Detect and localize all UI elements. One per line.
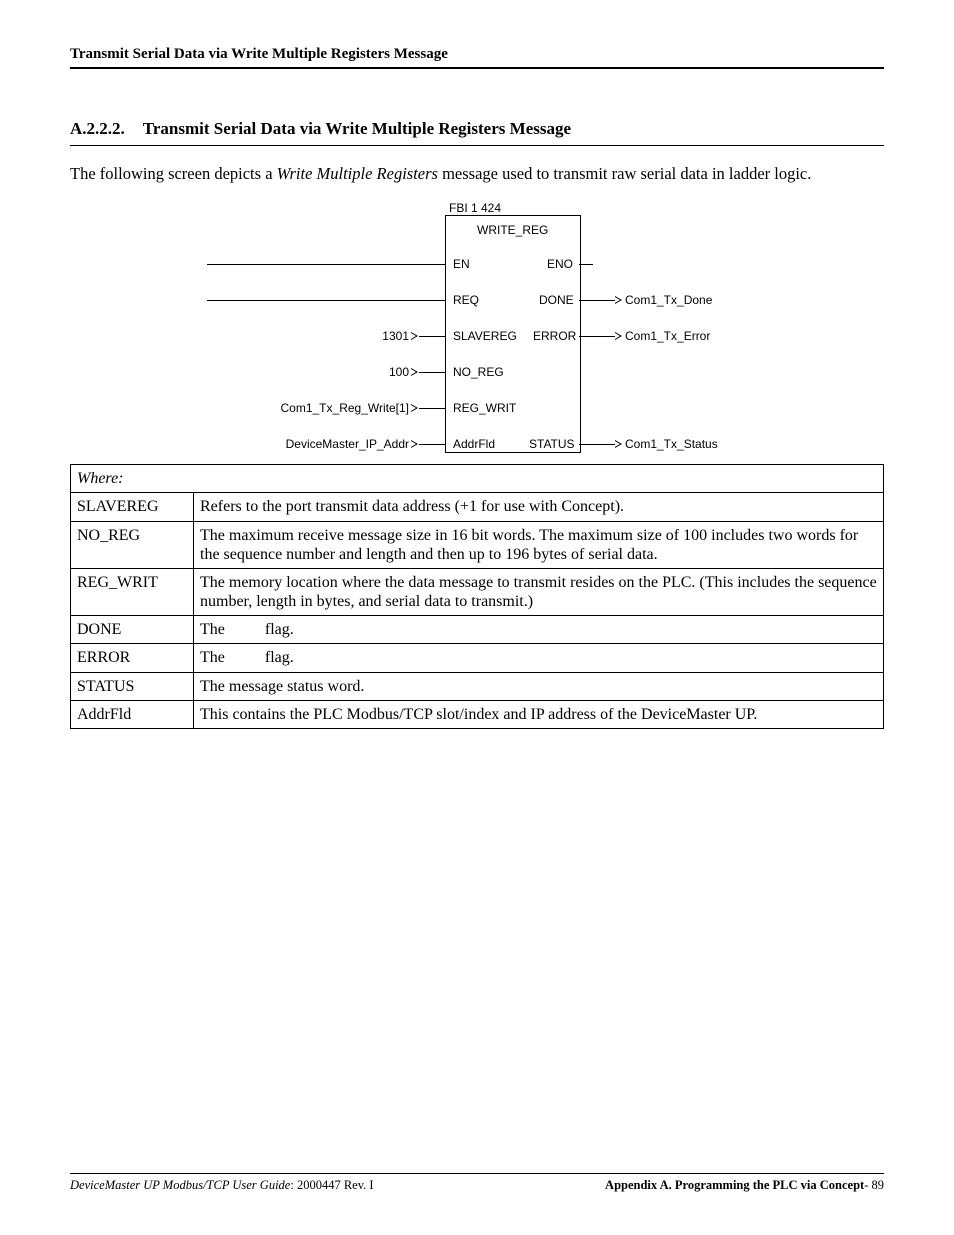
table-row: AddrFld This contains the PLC Modbus/TCP… <box>71 700 884 728</box>
table-row: SLAVEREG Refers to the port transmit dat… <box>71 493 884 521</box>
block-id: FBI 1 424 <box>449 201 501 215</box>
footer-right: Appendix A. Programming the PLC via Conc… <box>605 1178 884 1193</box>
port-slavereg: SLAVEREG <box>453 329 517 343</box>
port-req: REQ <box>453 293 479 307</box>
port-error: ERROR <box>533 329 576 343</box>
def-key: AddrFld <box>71 700 194 728</box>
arrow-icon <box>411 332 418 340</box>
section-number: A.2.2.2. <box>70 119 125 139</box>
arrow-icon <box>615 332 622 340</box>
intro-italic: Write Multiple Registers <box>277 164 438 183</box>
def-val: The maximum receive message size in 16 b… <box>194 521 884 568</box>
wire <box>579 336 615 337</box>
arrow-icon <box>411 404 418 412</box>
port-done: DONE <box>539 293 574 307</box>
input-noreg: 100 <box>389 365 409 379</box>
def-key: REG_WRIT <box>71 568 194 615</box>
def-val: The flag. <box>194 644 884 672</box>
footer-guide-title: DeviceMaster UP Modbus/TCP User Guide <box>70 1178 290 1192</box>
wire <box>419 408 445 409</box>
def-key: ERROR <box>71 644 194 672</box>
port-noreg: NO_REG <box>453 365 504 379</box>
footer-rev: : 2000447 Rev. I <box>290 1178 373 1192</box>
block-title: WRITE_REG <box>477 223 548 237</box>
wire <box>419 336 445 337</box>
def-pre: The <box>200 649 225 666</box>
table-row: DONE The flag. <box>71 616 884 644</box>
arrow-icon <box>615 440 622 448</box>
rail-req <box>207 300 445 301</box>
def-post: flag. <box>265 649 294 666</box>
page: Transmit Serial Data via Write Multiple … <box>0 0 954 1235</box>
definitions-table: Where: SLAVEREG Refers to the port trans… <box>70 464 884 729</box>
wire <box>419 372 445 373</box>
intro-pre: The following screen depicts a <box>70 164 277 183</box>
port-eno: ENO <box>547 257 573 271</box>
intro-post: message used to transmit raw serial data… <box>438 164 811 183</box>
table-row: STATUS The message status word. <box>71 672 884 700</box>
section-heading: A.2.2.2. Transmit Serial Data via Write M… <box>70 119 884 146</box>
input-addrfld: DeviceMaster_IP_Addr <box>286 437 409 451</box>
footer-left: DeviceMaster UP Modbus/TCP User Guide: 2… <box>70 1178 374 1193</box>
table-row: Where: <box>71 465 884 493</box>
running-header: Transmit Serial Data via Write Multiple … <box>70 46 884 69</box>
arrow-icon <box>615 296 622 304</box>
input-slavereg: 1301 <box>382 329 409 343</box>
port-addrfld: AddrFld <box>453 437 495 451</box>
section-title: Transmit Serial Data via Write Multiple … <box>143 119 571 138</box>
def-post: flag. <box>265 621 294 638</box>
stub-eno <box>579 264 593 265</box>
def-key: SLAVEREG <box>71 493 194 521</box>
output-status: Com1_Tx_Status <box>625 437 718 451</box>
def-key: STATUS <box>71 672 194 700</box>
arrow-icon <box>411 440 418 448</box>
wire <box>579 444 615 445</box>
intro-paragraph: The following screen depicts a Write Mul… <box>70 164 884 185</box>
def-val: The flag. <box>194 616 884 644</box>
input-regwrit: Com1_Tx_Reg_Write[1] <box>281 401 410 415</box>
def-key: NO_REG <box>71 521 194 568</box>
def-val: The message status word. <box>194 672 884 700</box>
table-row: NO_REG The maximum receive message size … <box>71 521 884 568</box>
output-error: Com1_Tx_Error <box>625 329 710 343</box>
port-en: EN <box>453 257 470 271</box>
def-key: DONE <box>71 616 194 644</box>
wire <box>579 300 615 301</box>
wire <box>419 444 445 445</box>
table-row: ERROR The flag. <box>71 644 884 672</box>
port-status: STATUS <box>529 437 575 451</box>
arrow-icon <box>411 368 418 376</box>
rail-en <box>207 264 445 265</box>
page-footer: DeviceMaster UP Modbus/TCP User Guide: 2… <box>70 1173 884 1193</box>
ladder-diagram: FBI 1 424 WRITE_REG EN REQ SLAVEREG NO_R… <box>207 201 747 456</box>
footer-page: - 89 <box>864 1178 884 1192</box>
def-val: Refers to the port transmit data address… <box>194 493 884 521</box>
def-val: The memory location where the data messa… <box>194 568 884 615</box>
port-regwrit: REG_WRIT <box>453 401 516 415</box>
def-val: This contains the PLC Modbus/TCP slot/in… <box>194 700 884 728</box>
output-done: Com1_Tx_Done <box>625 293 712 307</box>
where-cell: Where: <box>71 465 884 493</box>
def-pre: The <box>200 621 225 638</box>
footer-appendix: Appendix A. Programming the PLC via Conc… <box>605 1178 864 1192</box>
table-row: REG_WRIT The memory location where the d… <box>71 568 884 615</box>
